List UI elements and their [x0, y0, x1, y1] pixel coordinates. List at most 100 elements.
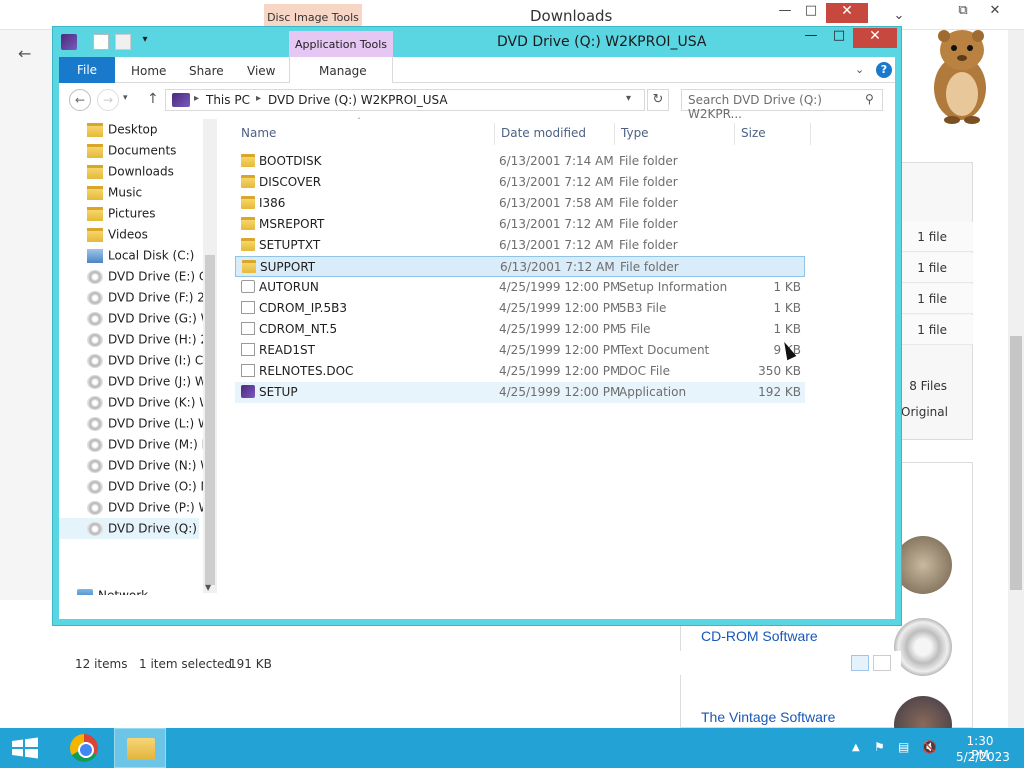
- breadcrumb-drive[interactable]: DVD Drive (Q:) W2KPROI_USA: [268, 93, 448, 107]
- taskbar-file-explorer[interactable]: [114, 728, 166, 768]
- sidebar-item[interactable]: DVD Drive (Q:) W: [59, 518, 199, 539]
- folder-icon: [87, 185, 103, 200]
- column-header-name[interactable]: Name: [235, 123, 495, 145]
- expand-ribbon-icon[interactable]: ⌄: [855, 63, 864, 76]
- address-dropdown-icon[interactable]: ▾: [626, 93, 631, 104]
- maximize-icon[interactable]: □: [825, 28, 853, 48]
- table-row[interactable]: CDROM_IP.5B3 4/25/1999 12:00 PM 5B3 File 1 …: [235, 298, 805, 319]
- table-row[interactable]: MSREPORT 6/13/2001 7:12 AM File folder: [235, 214, 805, 235]
- table-row[interactable]: CDROM_NT.5 4/25/1999 12:00 PM 5 File 1 KB: [235, 319, 805, 340]
- sidebar-item[interactable]: DVD Drive (P:) W: [87, 497, 221, 518]
- tab-file[interactable]: File: [59, 57, 115, 83]
- minimize-icon[interactable]: —: [797, 28, 825, 48]
- table-row[interactable]: DISCOVER 6/13/2001 7:12 AM File folder: [235, 172, 805, 193]
- help-icon[interactable]: ?: [876, 62, 892, 78]
- sidebar-item[interactable]: DVD Drive (L:) Wi: [87, 413, 221, 434]
- bg-file-count: 1 file: [901, 284, 973, 314]
- table-row[interactable]: AUTORUN 4/25/1999 12:00 PM Setup Informati…: [235, 277, 805, 298]
- nav-scroll-thumb[interactable]: [205, 255, 215, 585]
- sidebar-item[interactable]: DVD Drive (J:) WI: [87, 371, 221, 392]
- nav-scroll-down-icon[interactable]: ▼: [205, 583, 211, 592]
- table-row[interactable]: BOOTDISK 6/13/2001 7:14 AM File folder: [235, 151, 805, 172]
- application-tools-tab[interactable]: Application Tools: [289, 31, 393, 57]
- search-icon[interactable]: ⚲: [865, 92, 874, 106]
- address-bar[interactable]: ▸ This PC ▸ DVD Drive (Q:) W2KPROI_USA ▾: [165, 89, 645, 111]
- sidebar-item[interactable]: DVD Drive (H:) 20: [87, 329, 221, 350]
- recent-locations-icon[interactable]: ▾: [123, 93, 128, 103]
- up-arrow-icon[interactable]: ↑: [147, 91, 159, 107]
- breadcrumb-this-pc[interactable]: This PC: [206, 93, 250, 107]
- forward-button[interactable]: →: [97, 89, 119, 111]
- table-row[interactable]: RELNOTES.DOC 4/25/1999 12:00 PM DOC File 35…: [235, 361, 805, 382]
- close-icon[interactable]: ✕: [853, 28, 897, 48]
- sidebar-item[interactable]: DVD Drive (G:) W: [87, 308, 221, 329]
- dvd-icon: [87, 521, 103, 536]
- file-date: 6/13/2001 7:14 AM: [499, 154, 614, 168]
- network-icon[interactable]: ▤: [898, 740, 909, 754]
- breadcrumb-separator[interactable]: ▸: [256, 93, 261, 104]
- dvd-icon: [87, 269, 103, 284]
- sidebar-item[interactable]: DVD Drive (N:) W: [87, 455, 221, 476]
- bg-chevron-down-icon[interactable]: ⌄: [884, 8, 914, 28]
- table-row[interactable]: SETUP 4/25/1999 12:00 PM Application 192 KB: [235, 382, 805, 403]
- table-row[interactable]: SUPPORT 6/13/2001 7:12 AM File folder: [235, 256, 805, 277]
- tab-manage[interactable]: Manage: [319, 64, 367, 78]
- tab-view[interactable]: View: [247, 64, 275, 78]
- refresh-button[interactable]: ↻: [647, 89, 669, 111]
- sidebar-item[interactable]: Pictures: [87, 203, 221, 224]
- bg-maximize-icon[interactable]: □: [796, 3, 826, 23]
- file-date: 6/13/2001 7:12 AM: [499, 217, 614, 231]
- cd-rom-image[interactable]: [894, 618, 952, 676]
- search-input[interactable]: Search DVD Drive (Q:) W2KPR...: [681, 89, 883, 121]
- background-scroll-thumb[interactable]: [1010, 336, 1022, 590]
- taskbar-chrome[interactable]: [56, 728, 108, 768]
- sidebar-item[interactable]: Desktop: [87, 119, 221, 140]
- column-header-date[interactable]: Date modified: [495, 123, 615, 145]
- back-button[interactable]: ←: [69, 89, 91, 111]
- clock-date[interactable]: 5/2/2023: [956, 750, 1010, 764]
- new-folder-icon[interactable]: [115, 34, 131, 50]
- file-type: File folder: [619, 175, 678, 189]
- volume-muted-icon[interactable]: 🔇: [922, 740, 937, 754]
- sidebar-item[interactable]: Documents: [87, 140, 221, 161]
- sidebar-item-label: DVD Drive (N:) W: [108, 458, 213, 473]
- table-row[interactable]: I386 6/13/2001 7:58 AM File folder: [235, 193, 805, 214]
- action-center-flag-icon[interactable]: ⚑: [874, 740, 885, 754]
- large-icons-view-icon[interactable]: [873, 655, 891, 671]
- window-titlebar[interactable]: ▾ Application Tools DVD Drive (Q:) W2KPR…: [53, 27, 901, 57]
- sidebar-item[interactable]: Videos: [87, 224, 221, 245]
- bg-thumbnail-image[interactable]: [894, 536, 952, 594]
- file-name: BOOTDISK: [259, 154, 322, 168]
- sidebar-item[interactable]: Downloads: [87, 161, 221, 182]
- background-window-title: Downloads: [530, 7, 613, 25]
- tab-share[interactable]: Share: [189, 64, 224, 78]
- breadcrumb-separator[interactable]: ▸: [194, 93, 199, 104]
- tab-home[interactable]: Home: [131, 64, 166, 78]
- bg-close-icon[interactable]: ✕: [826, 3, 868, 23]
- sidebar-item-label: Pictures: [108, 206, 156, 221]
- sidebar-item-network[interactable]: Network: [77, 585, 211, 595]
- column-header-type[interactable]: Type: [615, 123, 735, 145]
- column-header-size[interactable]: Size: [735, 123, 811, 145]
- show-hidden-icons-icon[interactable]: ▲: [852, 742, 860, 753]
- sidebar-item[interactable]: DVD Drive (O:) N: [87, 476, 221, 497]
- table-row[interactable]: SETUPTXT 6/13/2001 7:12 AM File folder: [235, 235, 805, 256]
- windows-start-icon[interactable]: [0, 728, 50, 768]
- table-row[interactable]: READ1ST 4/25/1999 12:00 PM Text Document 9 …: [235, 340, 805, 361]
- properties-icon[interactable]: [93, 34, 109, 50]
- details-view-icon[interactable]: [851, 655, 869, 671]
- file-type: File folder: [619, 217, 678, 231]
- sidebar-item[interactable]: DVD Drive (I:) CH: [87, 350, 221, 371]
- sidebar-item[interactable]: Music: [87, 182, 221, 203]
- sidebar-item[interactable]: DVD Drive (K:) W: [87, 392, 221, 413]
- sidebar-item[interactable]: DVD Drive (F:) 20: [87, 287, 221, 308]
- selected-count: 1 item selected: [139, 657, 233, 671]
- file-type: Text Document: [619, 343, 710, 357]
- sidebar-item[interactable]: Local Disk (C:): [87, 245, 221, 266]
- link-vintage-software[interactable]: The Vintage Software: [701, 707, 851, 727]
- dvd-icon: [87, 290, 103, 305]
- sidebar-item[interactable]: DVD Drive (E:) CD: [87, 266, 221, 287]
- sidebar-item[interactable]: DVD Drive (M:) N: [87, 434, 221, 455]
- quick-access-dropdown-icon[interactable]: ▾: [137, 34, 153, 50]
- back-arrow-icon[interactable]: ←: [18, 44, 31, 63]
